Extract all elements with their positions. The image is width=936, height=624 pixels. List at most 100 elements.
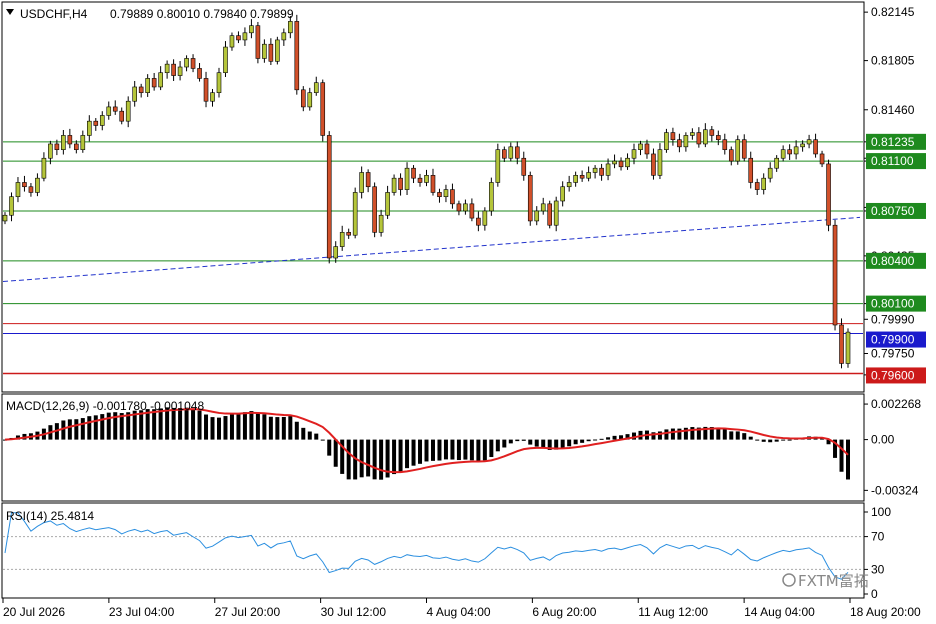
level-label: 0.80400 [871, 254, 915, 268]
macd-bar [87, 416, 92, 440]
candle-bull [767, 167, 773, 179]
macd-bar [846, 439, 850, 480]
macd-bar [450, 439, 455, 460]
price-label: 0.79750 [871, 346, 915, 360]
candle-bear [741, 139, 747, 159]
macd-bar [781, 439, 786, 441]
candle-bear [819, 153, 825, 165]
candle-bull [683, 135, 689, 148]
candle-bear [826, 163, 831, 226]
candle-bull [553, 200, 559, 226]
macd-bar [74, 419, 79, 440]
time-label: 18 Aug 20:00 [850, 605, 921, 619]
candle-bull [275, 39, 280, 62]
macd-bar [288, 416, 293, 440]
time-axis: 20 Jul 2026 23 Jul 04:00 27 Jul 20:00 30 Ju… [2, 598, 921, 619]
candle-bull [638, 143, 643, 150]
macd-bar [489, 439, 494, 458]
candle-bear [190, 58, 196, 69]
macd-bar [482, 439, 487, 461]
macd-bar [320, 439, 325, 441]
candle-bear [709, 129, 715, 136]
candle-bull [41, 157, 47, 179]
candle-bull [482, 210, 488, 226]
macd-bar [761, 439, 766, 442]
macd-bar [281, 416, 286, 440]
candle-bull [631, 149, 637, 159]
candle-bull [313, 82, 319, 93]
macd-bar [586, 439, 591, 442]
candle-bull [359, 172, 364, 193]
macd-bar [729, 431, 734, 440]
level-label: 0.81100 [871, 154, 914, 168]
macd-bar [67, 419, 72, 440]
candle-bear [728, 149, 734, 162]
candle-bull [780, 149, 786, 159]
macd-bar [359, 439, 364, 478]
candle-bear [839, 324, 844, 364]
macd-bar [93, 415, 98, 440]
candle-bull [9, 196, 14, 216]
candle-bull [690, 132, 695, 136]
macd-bar [463, 439, 468, 460]
macd-bar [80, 418, 85, 440]
candle-bear [832, 224, 838, 326]
candle-bear [346, 232, 351, 236]
candle-bull [61, 135, 66, 150]
macd-bar [223, 416, 228, 440]
symbol-label: USDCHF,H4 [20, 7, 88, 21]
candle-bear [502, 149, 507, 159]
candle-bear [22, 182, 27, 188]
candle-bull [229, 35, 235, 48]
macd-bar [249, 411, 254, 440]
candle-bull [125, 100, 131, 122]
level-label: 0.80100 [871, 297, 915, 311]
macd-bar [599, 438, 604, 440]
candle-bear [326, 135, 332, 259]
macd-bar [106, 412, 111, 440]
macd-bar [735, 431, 740, 440]
rsi-tick-label: 70 [871, 530, 885, 544]
macd-tick-label: -0.00324 [871, 483, 919, 497]
macd-bar [398, 439, 403, 473]
candle-bull [424, 175, 429, 183]
chart-canvas[interactable]: 0.821450.818050.814600.812350.811200.811… [0, 0, 936, 624]
candle-bull [806, 139, 812, 145]
macd-bar [664, 429, 669, 440]
candle-bull [164, 63, 170, 74]
macd-axis: 0.002268 0.00 -0.00324 [864, 397, 921, 497]
macd-bar [476, 439, 481, 462]
macd-bar [204, 414, 209, 440]
candle-bull [625, 157, 630, 168]
candle-bull [106, 106, 112, 116]
macd-bar [839, 439, 844, 472]
macd-bar [236, 413, 241, 440]
candle-bear [722, 139, 728, 150]
price-label: 0.81805 [871, 54, 915, 68]
time-label: 14 Aug 04:00 [744, 605, 815, 619]
candle-bull [158, 72, 163, 88]
macd-bar [716, 427, 721, 440]
candle-bull [307, 92, 313, 108]
candle-bear [787, 149, 792, 155]
candle-bull [391, 177, 397, 193]
macd-bar [268, 416, 273, 440]
macd-bar [469, 439, 474, 461]
candle-bear [74, 143, 79, 150]
rsi-tick-label: 30 [871, 562, 885, 576]
rsi-tick-label: 0 [871, 587, 878, 601]
candle-bull [592, 167, 598, 173]
candle-bear [119, 110, 125, 122]
macd-bar [541, 439, 546, 448]
candle-bull [774, 157, 779, 169]
candle-bull [339, 232, 345, 247]
candle-bull [703, 129, 708, 145]
macd-bar [534, 439, 539, 447]
candle-bull [177, 66, 183, 76]
macd-bar [275, 417, 280, 440]
macd-bar [515, 439, 520, 442]
macd-bar [158, 408, 163, 440]
macd-bar [606, 437, 611, 440]
macd-bar [502, 439, 507, 448]
macd-bar [443, 439, 448, 460]
